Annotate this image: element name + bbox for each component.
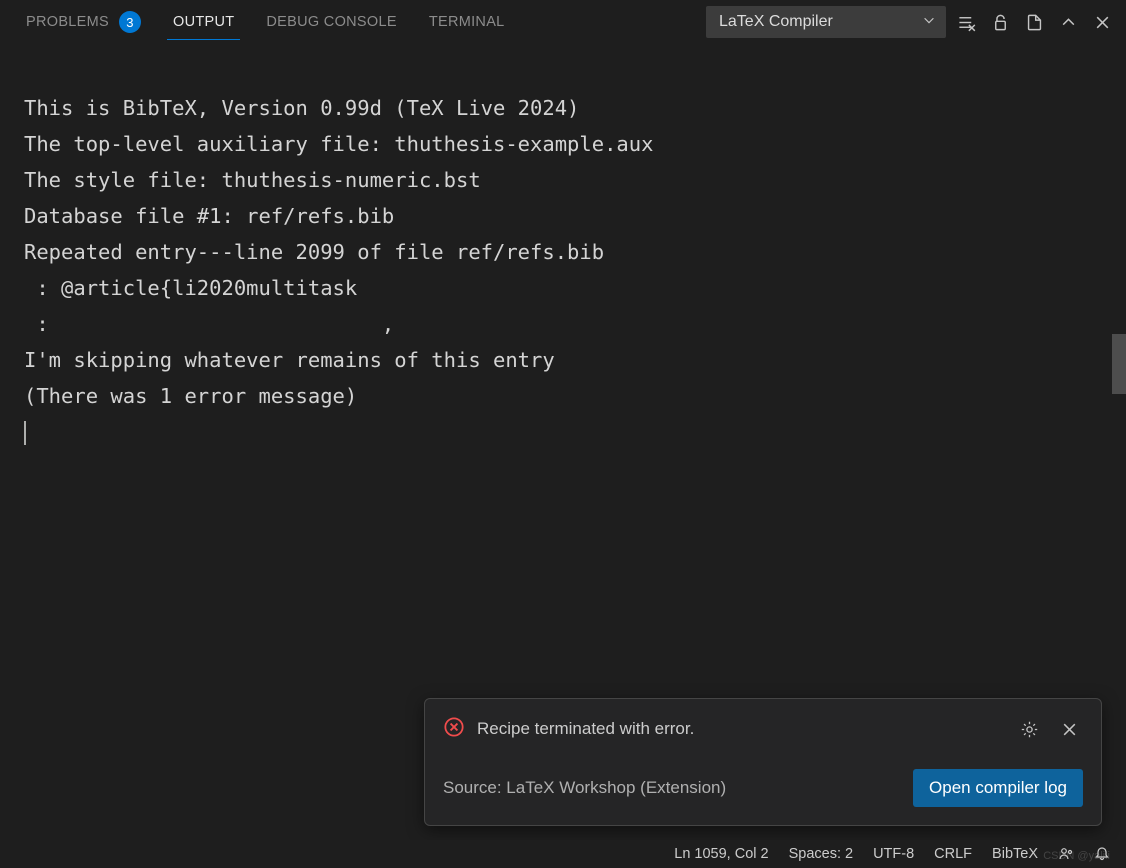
- panel-tabs: PROBLEMS 3 OUTPUT DEBUG CONSOLE TERMINAL: [10, 1, 521, 43]
- output-channel-select-wrap: LaTeX Compiler: [706, 6, 946, 38]
- error-icon: [443, 716, 465, 743]
- tab-debug-console[interactable]: DEBUG CONSOLE: [250, 4, 412, 40]
- output-line: (There was 1 error message): [24, 384, 357, 408]
- notification-toast: Recipe terminated with error. Source: La…: [424, 698, 1102, 826]
- scroll-lock-button[interactable]: [986, 8, 1014, 36]
- output-line: Database file #1: ref/refs.bib: [24, 204, 394, 228]
- output-line: I'm skipping whatever remains of this en…: [24, 348, 555, 372]
- status-encoding[interactable]: UTF-8: [873, 846, 914, 862]
- notification-message: Recipe terminated with error.: [477, 719, 1003, 739]
- output-content[interactable]: This is BibTeX, Version 0.99d (TeX Live …: [0, 44, 1126, 460]
- tab-problems[interactable]: PROBLEMS 3: [10, 1, 157, 43]
- tab-terminal[interactable]: TERMINAL: [413, 4, 521, 40]
- select-value: LaTeX Compiler: [719, 13, 833, 31]
- open-log-file-button[interactable]: [1020, 8, 1048, 36]
- clear-output-button[interactable]: [952, 8, 980, 36]
- panel-header: PROBLEMS 3 OUTPUT DEBUG CONSOLE TERMINAL…: [0, 0, 1126, 44]
- gear-icon[interactable]: [1015, 715, 1043, 743]
- status-cursor-position[interactable]: Ln 1059, Col 2: [674, 846, 768, 862]
- status-feedback-icon[interactable]: [1058, 846, 1074, 862]
- panel-actions: LaTeX Compiler: [706, 6, 1116, 38]
- text-cursor: [24, 421, 26, 445]
- scrollbar-track[interactable]: [1112, 44, 1126, 840]
- output-line: The style file: thuthesis-numeric.bst: [24, 168, 481, 192]
- scrollbar-thumb[interactable]: [1112, 334, 1126, 394]
- status-language-mode[interactable]: BibTeX: [992, 846, 1038, 862]
- output-channel-select[interactable]: LaTeX Compiler: [706, 6, 946, 38]
- output-line: The top-level auxiliary file: thuthesis-…: [24, 132, 653, 156]
- close-panel-button[interactable]: [1088, 8, 1116, 36]
- notification-source: Source: LaTeX Workshop (Extension): [443, 778, 726, 798]
- notification-header: Recipe terminated with error.: [443, 715, 1083, 743]
- output-line: : @article{li2020multitask: [24, 276, 357, 300]
- tab-label: OUTPUT: [173, 14, 234, 30]
- open-compiler-log-button[interactable]: Open compiler log: [913, 769, 1083, 807]
- output-line: This is BibTeX, Version 0.99d (TeX Live …: [24, 96, 579, 120]
- close-icon[interactable]: [1055, 715, 1083, 743]
- output-line: Repeated entry---line 2099 of file ref/r…: [24, 240, 604, 264]
- tab-label: TERMINAL: [429, 14, 505, 30]
- tab-label: PROBLEMS: [26, 14, 109, 30]
- status-eol[interactable]: CRLF: [934, 846, 972, 862]
- notification-body: Source: LaTeX Workshop (Extension) Open …: [443, 769, 1083, 807]
- output-line: : ,: [24, 312, 394, 336]
- status-notifications-icon[interactable]: [1094, 846, 1110, 862]
- status-bar: Ln 1059, Col 2 Spaces: 2 UTF-8 CRLF BibT…: [0, 840, 1126, 868]
- tab-label: DEBUG CONSOLE: [266, 14, 396, 30]
- notification-icon-actions: [1015, 715, 1083, 743]
- maximize-panel-button[interactable]: [1054, 8, 1082, 36]
- problems-badge: 3: [119, 11, 141, 33]
- status-indentation[interactable]: Spaces: 2: [789, 846, 854, 862]
- tab-output[interactable]: OUTPUT: [157, 4, 250, 40]
